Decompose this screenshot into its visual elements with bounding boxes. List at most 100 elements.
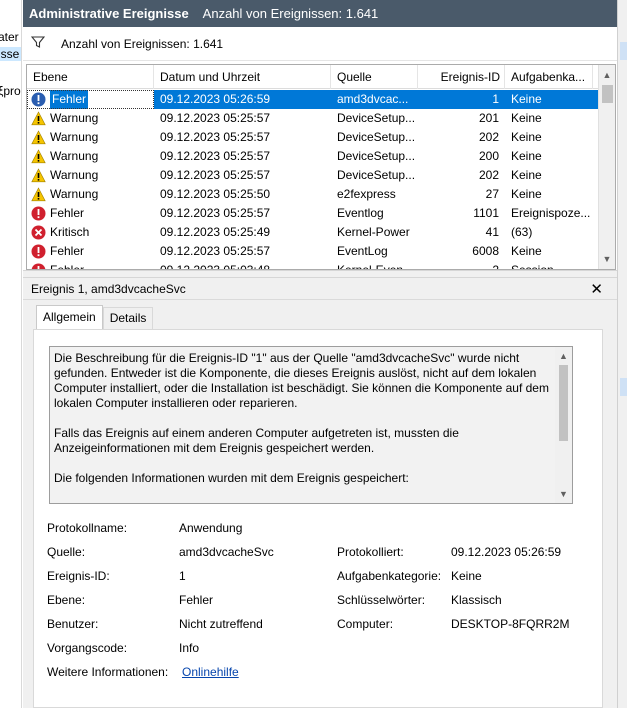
column-header-aufgabenkategorie[interactable]: Aufgabenka... xyxy=(505,65,593,89)
label-schluesselwoerter: Schlüsselwörter: xyxy=(337,593,426,607)
cell-ebene-text: Fehler xyxy=(50,263,85,270)
label-benutzer: Benutzer: xyxy=(47,617,99,631)
label-quelle: Quelle: xyxy=(47,545,86,559)
cell-quelle: DeviceSetup... xyxy=(337,149,416,163)
cell-datum: 09.12.2023 05:25:50 xyxy=(160,187,271,201)
cell-datum: 09.12.2023 05:03:48 xyxy=(160,263,271,270)
value-computer: DESKTOP-8FQRR2M xyxy=(451,617,570,631)
scroll-thumb[interactable] xyxy=(602,85,613,103)
value-vorgangscode: Info xyxy=(179,641,200,655)
error-info-icon xyxy=(31,92,46,107)
warning-icon xyxy=(31,111,46,126)
warning-icon xyxy=(31,187,46,202)
cell-ebene: Kritisch xyxy=(27,223,154,242)
cell-ereignis-id: 41 xyxy=(485,225,499,239)
cell-ebene-text: Kritisch xyxy=(50,225,90,239)
label-protokollname: Protokollname: xyxy=(47,521,128,535)
cell-datum: 09.12.2023 05:26:59 xyxy=(160,92,271,106)
cell-ebene: Warnung xyxy=(27,109,154,128)
cell-ereignis-id: 201 xyxy=(478,111,499,125)
description-scrollbar[interactable]: ▲ ▼ xyxy=(555,347,572,503)
table-row[interactable]: Warnung 09.12.2023 05:25:57 DeviceSetup...… xyxy=(27,166,599,185)
events-table-body: Fehler 09.12.2023 05:26:59 amd3dvcac... 1 Ke… xyxy=(27,90,599,270)
cell-ebene: Warnung xyxy=(27,185,154,204)
cell-datum: 09.12.2023 05:25:49 xyxy=(160,225,271,239)
event-viewer-main: Administrative Ereignisse Anzahl von Ere… xyxy=(23,0,617,708)
pane-splitter[interactable] xyxy=(23,270,617,278)
cell-ebene: Fehler xyxy=(27,90,154,109)
column-header-datum[interactable]: Datum und Uhrzeit xyxy=(154,65,331,89)
tree-item-fragment[interactable]: ater xyxy=(0,30,19,44)
tab-allgemein[interactable]: Allgemein xyxy=(36,305,103,329)
value-ereignis-id: 1 xyxy=(179,569,186,583)
label-protokolliert: Protokolliert: xyxy=(337,545,404,559)
cell-ereignis-id: 1101 xyxy=(473,206,499,220)
tree-item-fragment[interactable]: ξpro xyxy=(0,84,21,98)
cell-quelle: Kernel-Even... xyxy=(337,263,414,270)
detail-tabs: Allgemein Details xyxy=(36,305,154,329)
column-header-ereignis-id[interactable]: Ereignis-ID xyxy=(418,65,505,89)
table-row[interactable]: Fehler 09.12.2023 05:25:57 Eventlog 1101 Ere… xyxy=(27,204,599,223)
cell-ebene: Fehler xyxy=(27,261,154,270)
cell-ereignis-id: 2 xyxy=(492,263,499,270)
column-header-quelle[interactable]: Quelle xyxy=(331,65,418,89)
table-row[interactable]: Kritisch 09.12.2023 05:25:49 Kernel-Power 4… xyxy=(27,223,599,242)
table-row[interactable]: Fehler 09.12.2023 05:03:48 Kernel-Even... 2… xyxy=(27,261,599,270)
scroll-up-arrow-icon[interactable]: ▲ xyxy=(599,67,615,83)
cell-datum: 09.12.2023 05:25:57 xyxy=(160,130,271,144)
cell-ebene: Fehler xyxy=(27,242,154,261)
cell-datum: 09.12.2023 05:25:57 xyxy=(160,111,271,125)
scroll-down-arrow-icon[interactable]: ▼ xyxy=(599,251,615,267)
view-title-bar: Administrative Ereignisse Anzahl von Ere… xyxy=(23,0,617,27)
cell-ebene-text: Warnung xyxy=(50,130,99,144)
table-row[interactable]: Fehler 09.12.2023 05:26:59 amd3dvcac... 1 Ke… xyxy=(27,90,599,109)
scroll-down-arrow-icon[interactable]: ▼ xyxy=(555,487,572,501)
actions-pane-edge xyxy=(617,0,627,708)
events-table-scrollbar[interactable]: ▲ ▼ xyxy=(598,65,615,269)
events-table-header: Ebene Datum und Uhrzeit Quelle Ereignis-… xyxy=(27,65,615,89)
label-ereignis-id: Ereignis-ID: xyxy=(47,569,110,583)
cell-datum: 09.12.2023 05:25:57 xyxy=(160,168,271,182)
view-title: Administrative Ereignisse xyxy=(29,6,189,21)
description-paragraph-1: Die Beschreibung für die Ereignis-ID "1"… xyxy=(54,351,549,410)
cell-ebene-text: Fehler xyxy=(50,90,89,109)
table-row[interactable]: Fehler 09.12.2023 05:25:57 EventLog 6008 Kei… xyxy=(27,242,599,261)
tree-item-fragment-selected[interactable]: isse xyxy=(0,47,21,61)
table-row[interactable]: Warnung 09.12.2023 05:25:50 e2fexpress 27 Ke… xyxy=(27,185,599,204)
description-paragraph-2: Falls das Ereignis auf einem anderen Com… xyxy=(54,426,459,455)
tab-details[interactable]: Details xyxy=(102,307,154,329)
filter-icon[interactable] xyxy=(30,35,46,52)
navigation-tree-fragment: ater isse ξpro xyxy=(0,0,22,708)
description-paragraph-3: Die folgenden Informationen wurden mit d… xyxy=(54,471,409,485)
cell-quelle: DeviceSetup... xyxy=(337,168,416,182)
event-description-box[interactable]: Die Beschreibung für die Ereignis-ID "1"… xyxy=(49,346,573,504)
cell-ereignis-id: 202 xyxy=(478,168,499,182)
warning-icon xyxy=(31,149,46,164)
cell-datum: 09.12.2023 05:25:57 xyxy=(160,149,271,163)
cell-aufgabenkategorie: Keine xyxy=(511,168,542,182)
close-icon[interactable]: ✕ xyxy=(590,280,603,298)
cell-ebene-text: Fehler xyxy=(50,206,85,220)
tab-panel-allgemein: Die Beschreibung für die Ereignis-ID "1"… xyxy=(33,329,603,708)
column-header-ebene[interactable]: Ebene xyxy=(27,65,154,89)
scroll-thumb[interactable] xyxy=(559,365,568,441)
table-row[interactable]: Warnung 09.12.2023 05:25:57 DeviceSetup...… xyxy=(27,109,599,128)
cell-aufgabenkategorie: Session xyxy=(511,263,554,270)
cell-quelle: amd3dvcac... xyxy=(337,92,409,106)
events-table: Ebene Datum und Uhrzeit Quelle Ereignis-… xyxy=(26,64,616,270)
label-ebene: Ebene: xyxy=(47,593,86,607)
filter-bar: Anzahl von Ereignissen: 1.641 xyxy=(23,27,617,61)
table-row[interactable]: Warnung 09.12.2023 05:25:57 DeviceSetup...… xyxy=(27,128,599,147)
view-event-count: Anzahl von Ereignissen: 1.641 xyxy=(202,6,379,21)
warning-icon xyxy=(31,130,46,145)
scroll-up-arrow-icon[interactable]: ▲ xyxy=(555,349,572,363)
value-protokollname: Anwendung xyxy=(179,521,243,535)
actions-pane-highlight xyxy=(620,378,627,396)
onlinehilfe-link[interactable]: Onlinehilfe xyxy=(182,665,239,679)
cell-aufgabenkategorie: Keine xyxy=(511,244,542,258)
cell-quelle: Kernel-Power xyxy=(337,225,410,239)
event-detail-title: Ereignis 1, amd3dvcacheSvc xyxy=(31,281,186,296)
table-row[interactable]: Warnung 09.12.2023 05:25:57 DeviceSetup...… xyxy=(27,147,599,166)
label-vorgangscode: Vorgangscode: xyxy=(47,641,128,655)
cell-aufgabenkategorie: Ereignispoze... xyxy=(511,206,591,220)
